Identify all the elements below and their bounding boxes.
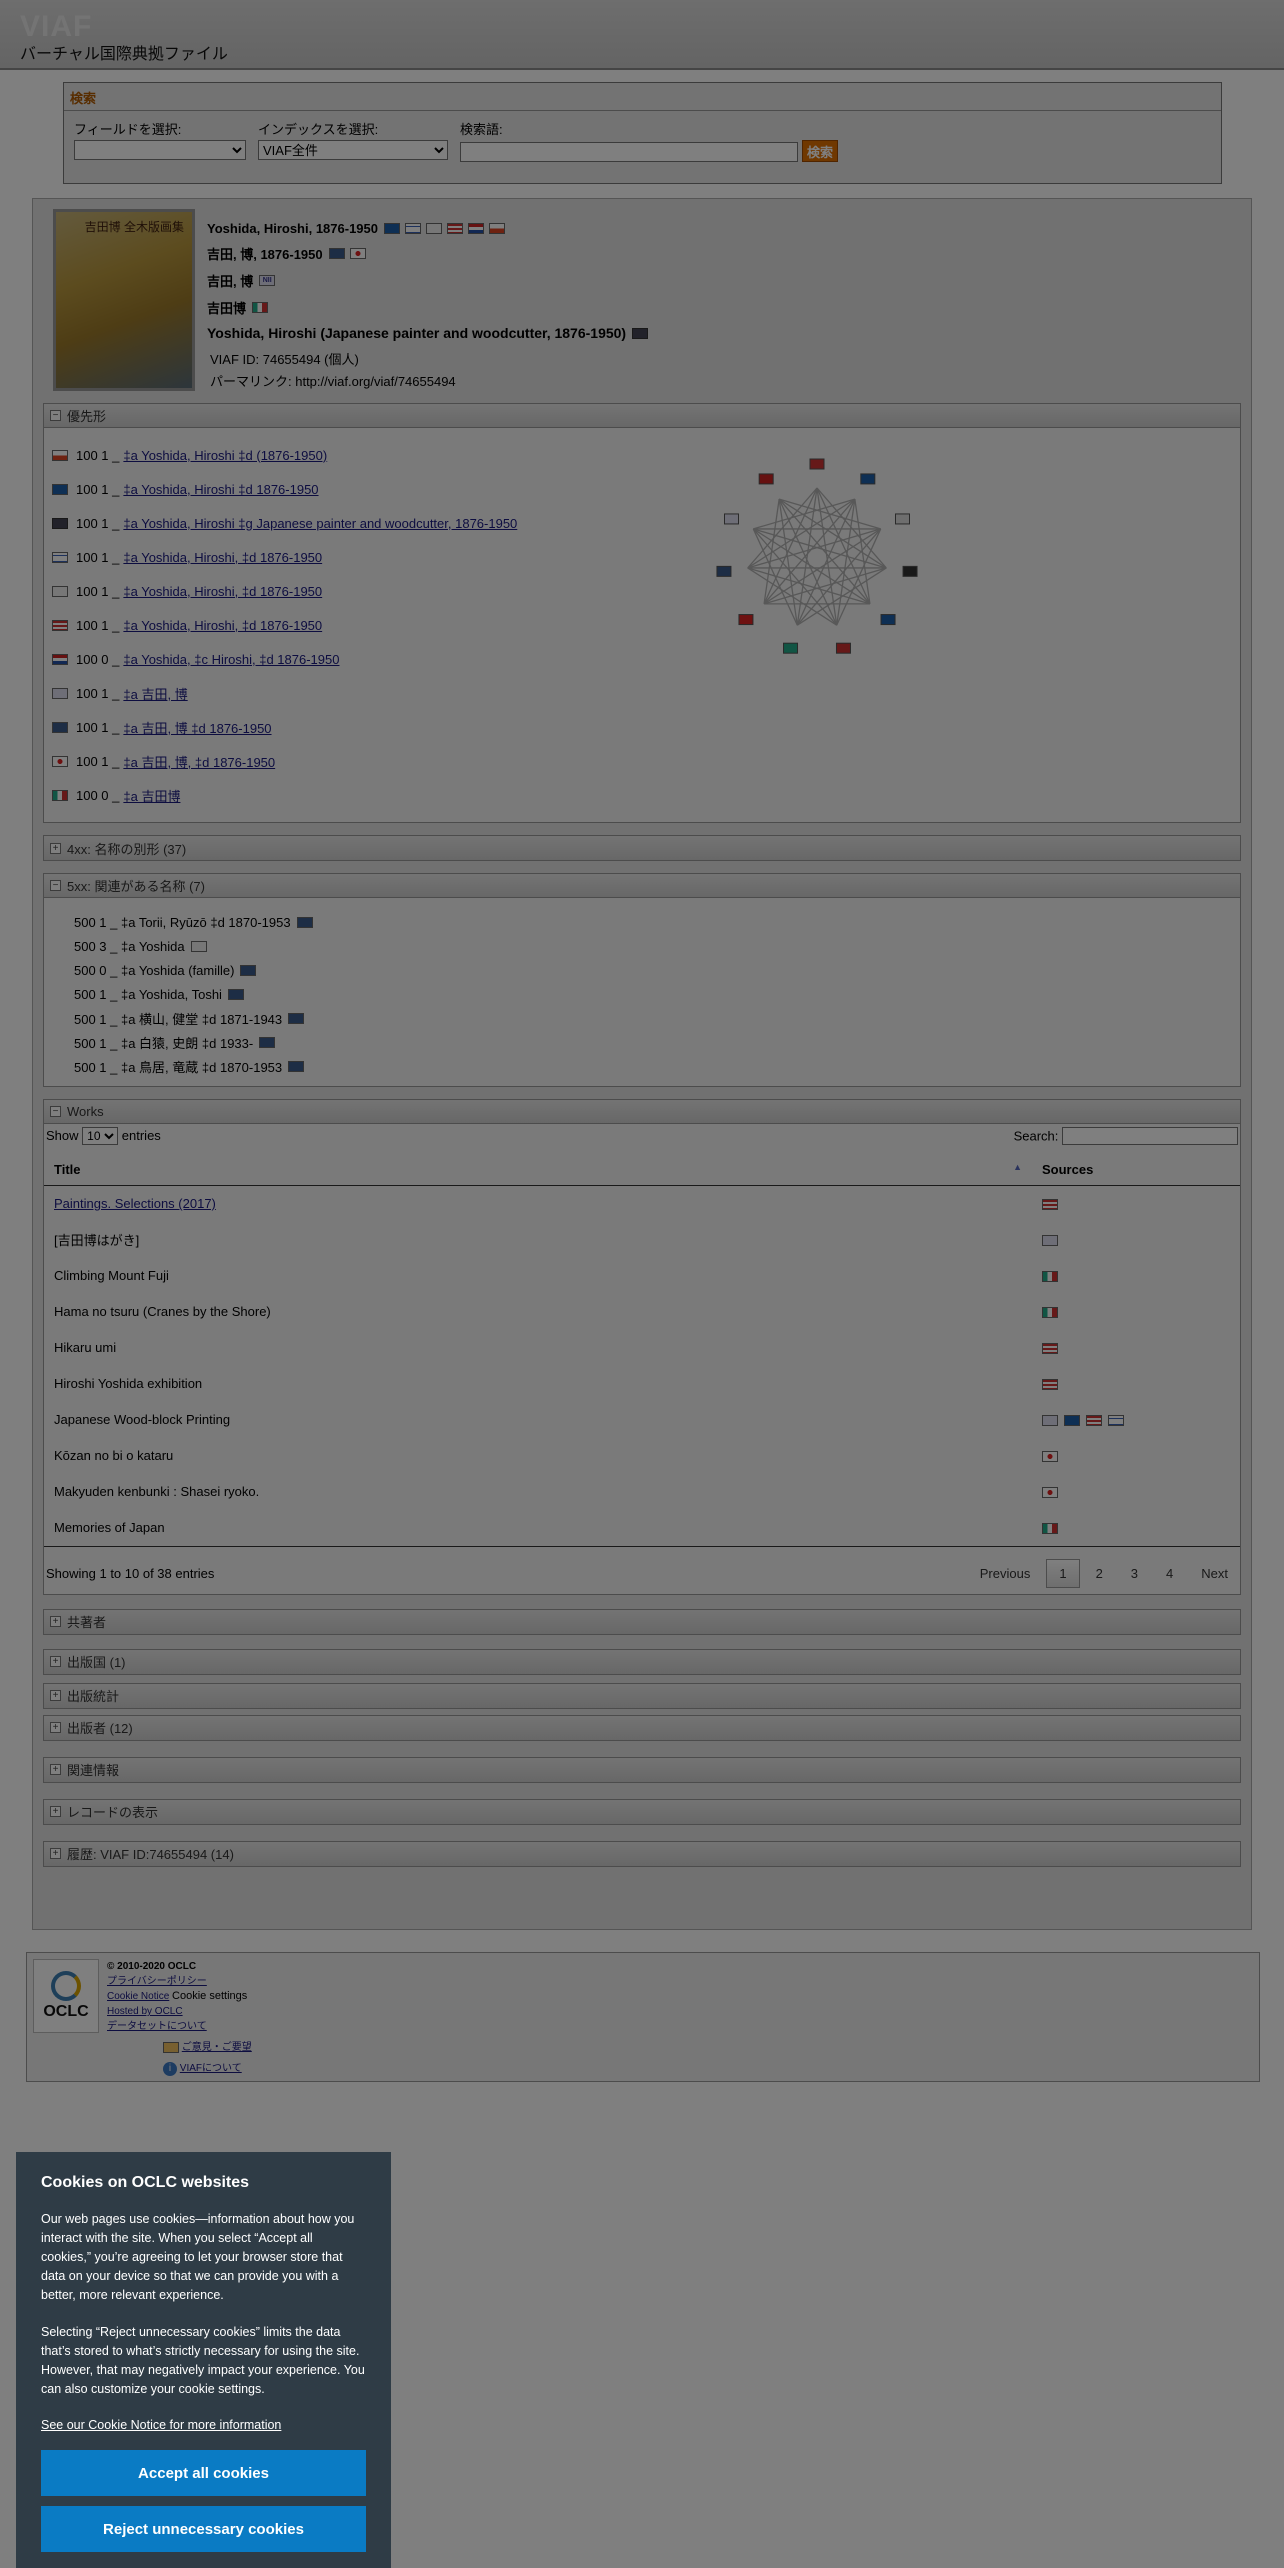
cookie-text-2: Selecting “Reject unnecessary cookies” l… bbox=[41, 2325, 365, 2396]
cookie-notice-link[interactable]: See our Cookie Notice for more informati… bbox=[41, 2418, 281, 2432]
cookie-text-1: Our web pages use cookies—information ab… bbox=[41, 2212, 355, 2302]
reject-unnecessary-cookies-button[interactable]: Reject unnecessary cookies bbox=[41, 2506, 366, 2552]
accept-all-cookies-button[interactable]: Accept all cookies bbox=[41, 2450, 366, 2496]
cookie-banner: Cookies on OCLC websites Our web pages u… bbox=[16, 2152, 391, 2568]
cookie-title: Cookies on OCLC websites bbox=[41, 2174, 250, 2191]
